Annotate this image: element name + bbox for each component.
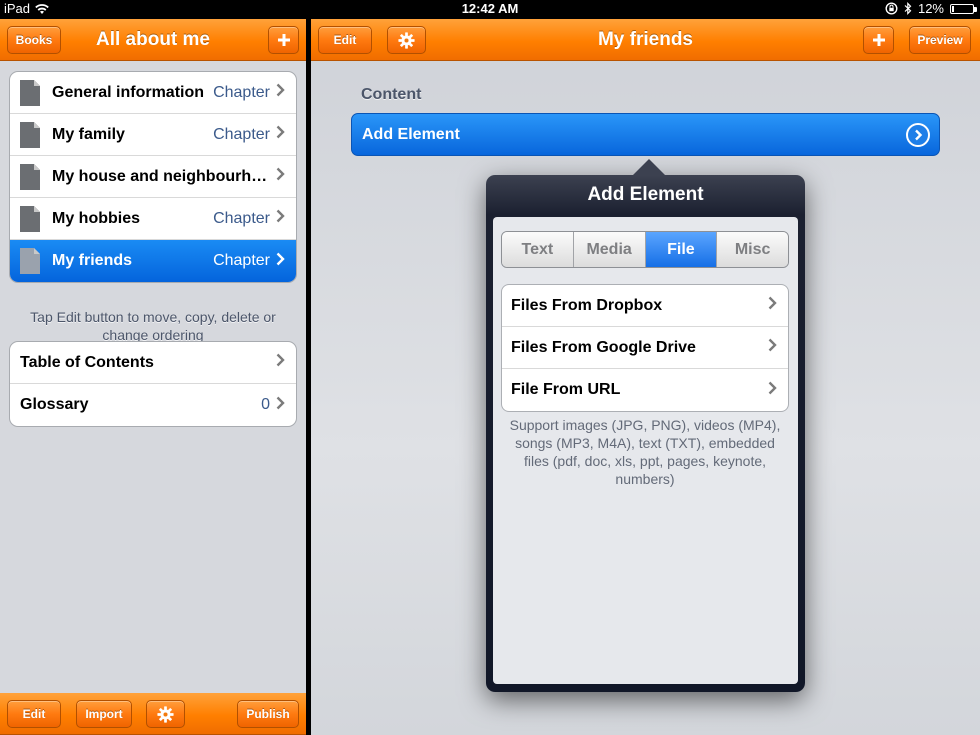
gear-icon <box>157 705 174 723</box>
add-element-label: Add Element <box>362 125 460 143</box>
chevron-right-icon <box>270 353 290 372</box>
extra-title-label: Glossary <box>20 396 89 413</box>
plus-icon <box>872 34 885 46</box>
file-source-row[interactable]: File From URL <box>502 369 788 411</box>
book-settings-button[interactable] <box>146 700 185 728</box>
document-icon <box>20 121 40 148</box>
left-nav-bar: Books All about me <box>0 19 306 61</box>
tab-file[interactable]: File <box>645 232 718 267</box>
add-chapter-button[interactable] <box>268 26 299 54</box>
bluetooth-icon <box>904 2 912 15</box>
left-toolbar: Edit Import Publish <box>0 693 306 735</box>
tab-media[interactable]: Media <box>573 232 646 267</box>
document-icon <box>20 205 40 232</box>
book-extras-list: Table of Contents Glossary 0 <box>9 341 297 427</box>
chevron-right-icon <box>270 167 290 186</box>
file-source-label: Files From Dropbox <box>511 296 663 314</box>
disclosure-icon <box>906 122 930 147</box>
file-source-list: Files From Dropbox Files From Google Driv… <box>501 284 789 412</box>
tab-text[interactable]: Text <box>502 232 574 267</box>
chapter-content-panel: Edit My friends Preview Content Add Elem… <box>311 19 980 735</box>
preview-button[interactable]: Preview <box>909 26 971 54</box>
file-source-row[interactable]: Files From Dropbox <box>502 285 788 327</box>
chapter-row[interactable]: General information Chapter <box>10 72 296 114</box>
file-source-row[interactable]: Files From Google Drive <box>502 327 788 369</box>
chapter-title-label: General information <box>52 83 205 101</box>
edit-hint: Tap Edit button to move, copy, delete or… <box>30 309 276 343</box>
document-icon <box>20 79 40 106</box>
edit-chapters-button[interactable]: Edit <box>7 700 61 728</box>
battery-icon <box>950 3 977 14</box>
chapter-type-label: Chapter <box>213 83 270 101</box>
chevron-right-icon <box>762 381 782 400</box>
file-source-label: File From URL <box>511 381 621 398</box>
add-element-popover: Add Element Text Media File Misc Files From… <box>486 159 805 692</box>
glossary-row[interactable]: Glossary 0 <box>10 384 296 426</box>
add-element-row[interactable]: Add Element <box>351 113 940 156</box>
rotation-lock-icon <box>885 2 898 15</box>
right-nav-bar: Edit My friends Preview <box>311 19 980 61</box>
import-button[interactable]: Import <box>76 700 132 728</box>
chapter-settings-button[interactable] <box>387 26 426 54</box>
chapter-row[interactable]: My family Chapter <box>10 114 296 156</box>
chapters-panel: Books All about me General information Ch… <box>0 19 306 735</box>
clock: 12:42 AM <box>461 1 519 16</box>
popover-body: Text Media File Misc Files From Dropbox File… <box>493 217 798 684</box>
popover-title: Add Element <box>587 184 704 205</box>
gear-icon <box>398 31 415 49</box>
chevron-right-icon <box>270 396 290 415</box>
file-source-label: Files From Google Drive <box>511 338 696 356</box>
chapter-type-label: Chapter <box>213 209 270 227</box>
edit-content-button[interactable]: Edit <box>318 26 372 54</box>
chevron-right-icon <box>762 296 782 315</box>
add-button[interactable] <box>863 26 894 54</box>
status-bar: iPad 12:42 AM 12% <box>0 0 980 19</box>
chapters-list: General information Chapter My family Chapt… <box>9 71 297 283</box>
popover-arrow <box>632 159 666 176</box>
status-right: 12% <box>885 1 977 16</box>
chapter-row[interactable]: My hobbies Chapter <box>10 198 296 240</box>
books-button[interactable]: Books <box>7 26 61 54</box>
chapter-title-label: My friends <box>52 252 133 269</box>
chapter-type-label: Chapter <box>213 252 270 269</box>
content-section-label: Content <box>361 86 422 103</box>
chevron-right-icon <box>270 252 290 271</box>
chapter-title-label: My hobbies <box>52 209 141 227</box>
extra-title-label: Table of Contents <box>20 353 154 371</box>
chevron-right-icon <box>270 83 290 102</box>
extra-count-label: 0 <box>261 396 270 413</box>
document-icon <box>20 248 40 274</box>
chevron-right-icon <box>270 125 290 144</box>
chevron-right-icon <box>270 209 290 228</box>
document-icon <box>20 163 40 190</box>
chapter-title-label: My house and neighbourhood <box>52 167 270 185</box>
tab-misc[interactable]: Misc <box>717 232 788 267</box>
table-of-contents-row[interactable]: Table of Contents <box>10 342 296 384</box>
chapter-type-label: Chapter <box>213 125 270 143</box>
chapter-row[interactable]: My house and neighbourhood <box>10 156 296 198</box>
chapter-row[interactable]: My friends Chapter <box>10 240 296 282</box>
plus-icon <box>277 34 290 46</box>
battery-percent: 12% <box>917 1 944 16</box>
publish-button[interactable]: Publish <box>237 700 299 728</box>
chapter-title-label: My family <box>52 125 125 143</box>
element-type-tabs: Text Media File Misc <box>501 231 789 268</box>
supported-formats-text: Support images (JPG, PNG), videos (MP4),… <box>509 417 781 487</box>
chevron-right-icon <box>762 338 782 357</box>
